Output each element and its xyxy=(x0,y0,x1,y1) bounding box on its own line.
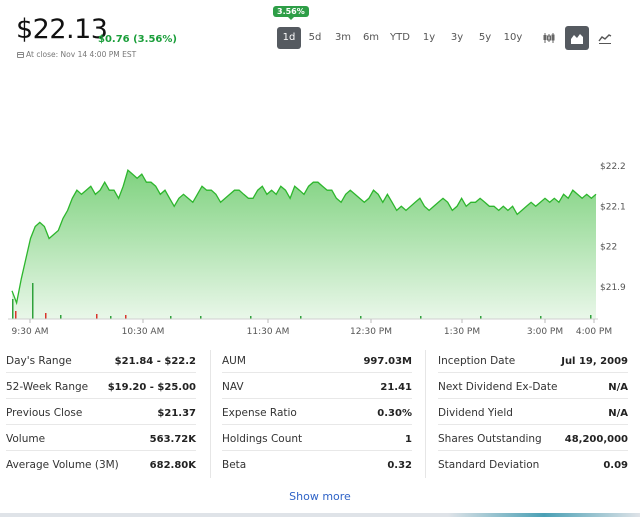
stat-label: Holdings Count xyxy=(222,433,303,445)
range-button-10y[interactable]: 10y xyxy=(499,27,527,49)
column-divider xyxy=(425,350,426,478)
x-tick-label: 9:30 AM xyxy=(12,327,49,337)
x-tick-label: 4:00 PM xyxy=(576,327,612,337)
price-value: $22.13 xyxy=(16,14,108,45)
show-more-link[interactable]: Show more xyxy=(0,490,640,503)
area-chart-icon[interactable] xyxy=(565,26,589,50)
volume-bar xyxy=(12,299,14,319)
candlestick-icon[interactable] xyxy=(537,26,561,50)
volume-bar xyxy=(96,314,98,319)
stat-row: Standard Deviation 0.09 xyxy=(438,459,628,471)
price-chart[interactable]: $22.2 $22.1 $22 $21.9 9:30 AM 10:30 AM 11:30 … xyxy=(0,130,640,340)
stat-value: N/A xyxy=(608,407,628,419)
calendar-icon xyxy=(17,51,24,58)
stat-label: AUM xyxy=(222,355,246,367)
range-button-1y[interactable]: 1y xyxy=(415,27,443,49)
bottom-scroll-indicator xyxy=(0,513,640,517)
stat-row: Dividend Yield N/A xyxy=(438,407,628,425)
stat-row: Next Dividend Ex-Date N/A xyxy=(438,381,628,399)
stat-label: Expense Ratio xyxy=(222,407,297,419)
stat-row: 52-Week Range $19.20 - $25.00 xyxy=(6,381,196,399)
y-tick-label: $22.1 xyxy=(600,202,626,212)
stat-value: $19.20 - $25.00 xyxy=(107,381,196,393)
x-tick-label: 10:30 AM xyxy=(122,327,165,337)
stat-value: 563.72K xyxy=(149,433,196,445)
close-info-text: At close: Nov 14 4:00 PM EST xyxy=(26,50,137,59)
range-selector: 1d 5d 3m 6m YTD 1y 3y 5y 10y xyxy=(277,27,527,49)
stat-value: 48,200,000 xyxy=(564,433,628,445)
range-button-5d[interactable]: 5d xyxy=(301,27,329,49)
x-tick-label: 3:00 PM xyxy=(527,327,563,337)
stat-label: Next Dividend Ex-Date xyxy=(438,381,558,393)
stat-label: Previous Close xyxy=(6,407,83,419)
line-chart-icon[interactable] xyxy=(593,26,617,50)
stat-value: 21.41 xyxy=(380,381,412,393)
stat-row: Day's Range $21.84 - $22.2 xyxy=(6,355,196,373)
x-tick-label: 12:30 PM xyxy=(350,327,392,337)
stat-value: 0.09 xyxy=(603,459,628,471)
stat-row: Expense Ratio 0.30% xyxy=(222,407,412,425)
range-button-3y[interactable]: 3y xyxy=(443,27,471,49)
stat-label: Shares Outstanding xyxy=(438,433,542,445)
stat-label: Volume xyxy=(6,433,46,445)
volume-bar xyxy=(45,313,47,319)
stat-row: Average Volume (3M) 682.80K xyxy=(6,459,196,471)
column-divider xyxy=(210,350,211,478)
chart-type-selector xyxy=(537,26,617,50)
stat-label: Standard Deviation xyxy=(438,459,540,471)
close-info: At close: Nov 14 4:00 PM EST xyxy=(17,50,136,59)
stat-row: Previous Close $21.37 xyxy=(6,407,196,425)
volume-bar xyxy=(125,315,127,319)
price-change: $0.76 (3.56%) xyxy=(98,34,177,45)
range-button-6m[interactable]: 6m xyxy=(357,27,385,49)
stat-value: 0.32 xyxy=(387,459,412,471)
range-button-3m[interactable]: 3m xyxy=(329,27,357,49)
stat-label: 52-Week Range xyxy=(6,381,89,393)
price-area xyxy=(12,170,596,319)
stat-row: Holdings Count 1 xyxy=(222,433,412,451)
stat-label: Dividend Yield xyxy=(438,407,513,419)
stat-row: Volume 563.72K xyxy=(6,433,196,451)
volume-bar xyxy=(15,311,17,319)
stat-row: Inception Date Jul 19, 2009 xyxy=(438,355,628,373)
stat-label: Average Volume (3M) xyxy=(6,459,119,471)
stat-value: 997.03M xyxy=(363,355,412,367)
x-tick-label: 11:30 AM xyxy=(247,327,290,337)
change-badge: 3.56% xyxy=(273,6,309,20)
stat-value: Jul 19, 2009 xyxy=(561,355,628,367)
volume-bar xyxy=(60,315,62,319)
range-button-1d[interactable]: 1d xyxy=(277,27,301,49)
y-tick-label: $22 xyxy=(600,243,617,253)
range-button-ytd[interactable]: YTD xyxy=(385,27,415,49)
stat-value: 0.30% xyxy=(377,407,412,419)
stat-value: $21.37 xyxy=(157,407,196,419)
x-tick-label: 1:30 PM xyxy=(444,327,480,337)
y-tick-label: $22.2 xyxy=(600,162,626,172)
volume-bar xyxy=(590,315,592,319)
stat-row: AUM 997.03M xyxy=(222,355,412,373)
stat-row: Shares Outstanding 48,200,000 xyxy=(438,433,628,451)
y-tick-label: $21.9 xyxy=(600,283,626,293)
stat-row: Beta 0.32 xyxy=(222,459,412,471)
stat-value: 682.80K xyxy=(149,459,196,471)
stat-label: Inception Date xyxy=(438,355,516,367)
volume-bar xyxy=(32,283,34,319)
stat-value: N/A xyxy=(608,381,628,393)
stat-label: Day's Range xyxy=(6,355,72,367)
stat-label: Beta xyxy=(222,459,247,471)
range-button-5y[interactable]: 5y xyxy=(471,27,499,49)
stat-value: 1 xyxy=(405,433,412,445)
stat-label: NAV xyxy=(222,381,244,393)
stat-row: NAV 21.41 xyxy=(222,381,412,399)
stat-value: $21.84 - $22.2 xyxy=(114,355,196,367)
